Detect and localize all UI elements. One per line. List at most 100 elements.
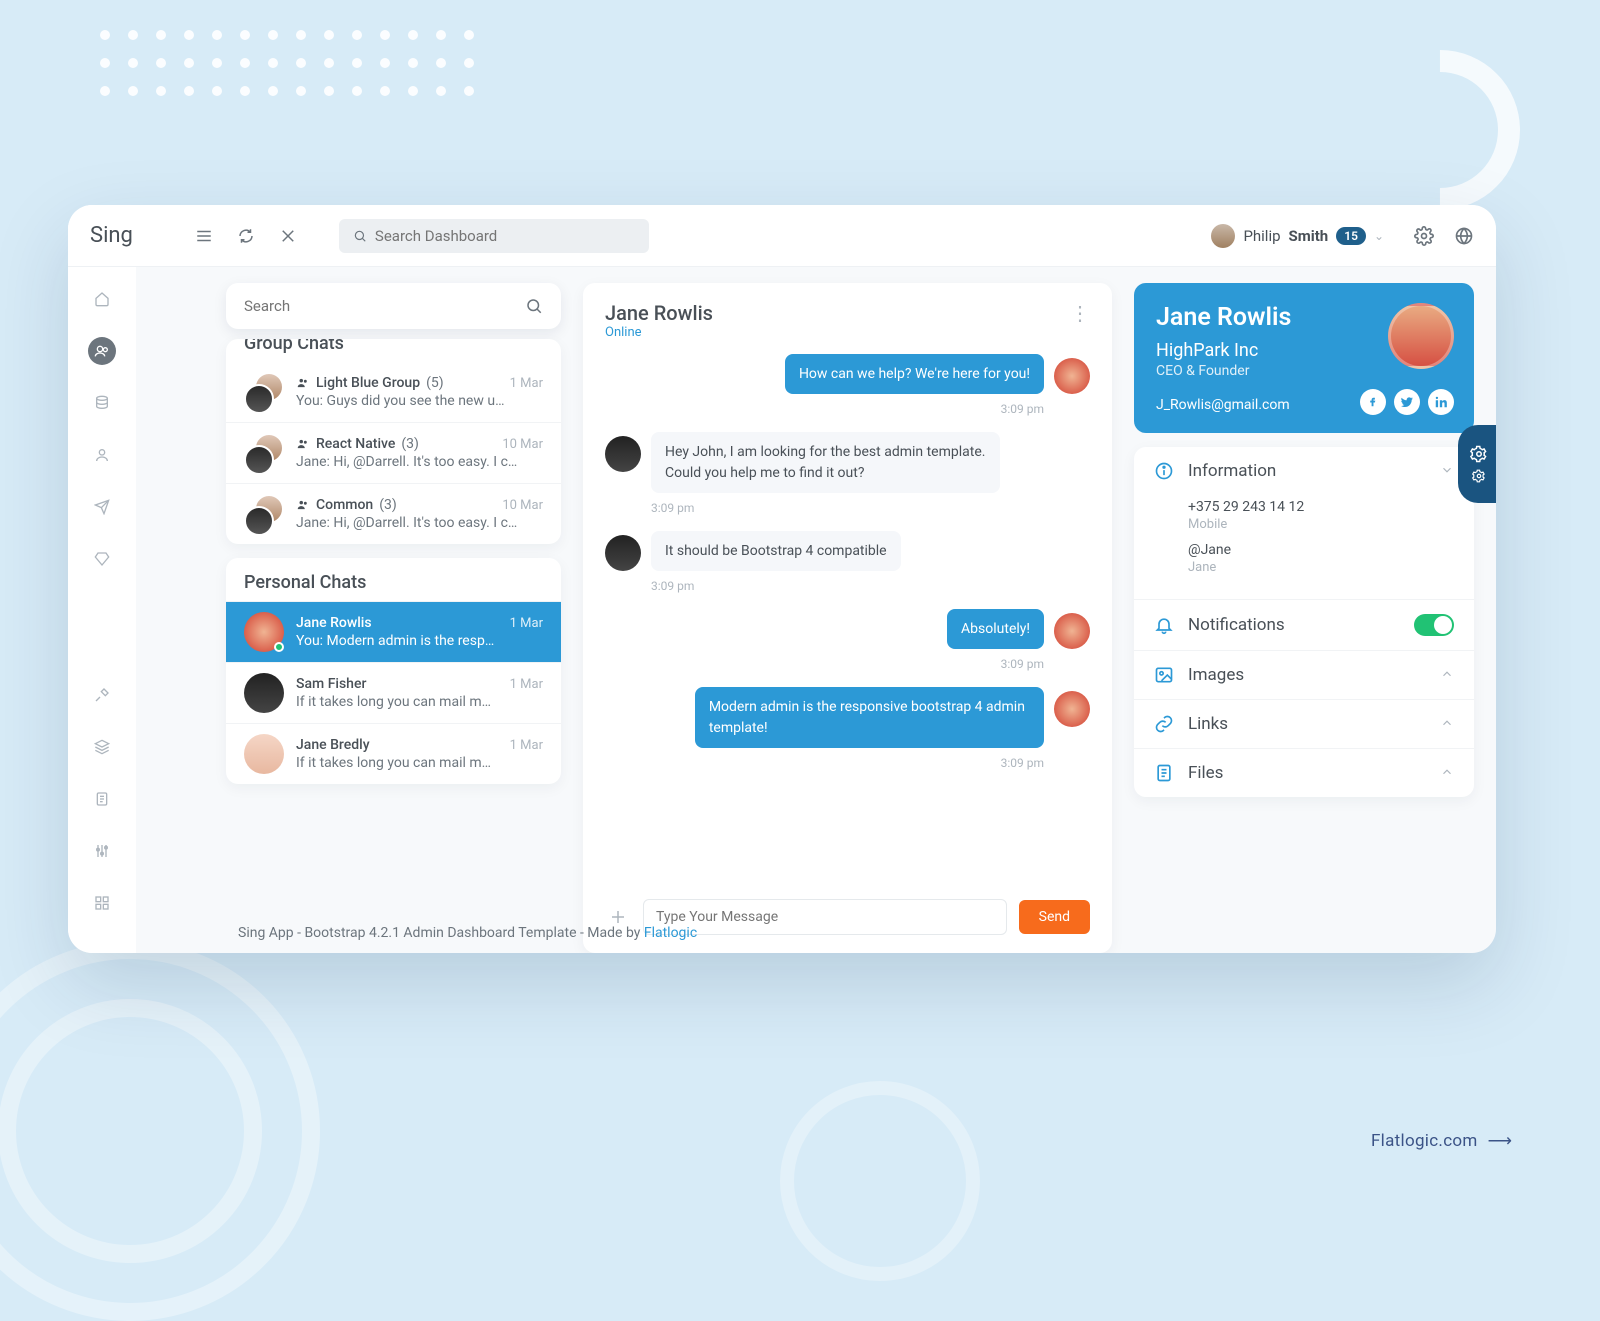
message-input[interactable] (643, 899, 1007, 935)
avatar (1211, 224, 1235, 248)
bell-icon (1154, 615, 1174, 635)
file-icon (1154, 763, 1174, 783)
nav-tools[interactable] (88, 681, 116, 709)
brand-label: Sing (90, 223, 133, 248)
personal-chats-card: Personal Chats Jane Rowlis1 Mar You: Mod… (226, 558, 561, 784)
avatar (244, 612, 284, 652)
message-time: 3:09 pm (605, 657, 1044, 671)
search-dashboard[interactable] (339, 219, 649, 253)
personal-chat-item[interactable]: Sam Fisher1 Mar If it takes long you can… (226, 662, 561, 723)
info-body: +375 29 243 14 12 Mobile @Jane Jane (1134, 495, 1474, 599)
more-options-icon[interactable]: ⋮ (1070, 301, 1090, 325)
search-dashboard-input[interactable] (375, 227, 635, 245)
message-in: It should be Bootstrap 4 compatible (651, 531, 901, 571)
chat-list-panel: Group Chats Light Blue Group(5)1 Mar You… (226, 283, 561, 953)
message-out: How can we help? We're here for you! (785, 354, 1044, 394)
left-nav (68, 205, 136, 953)
message-time: 3:09 pm (605, 402, 1044, 416)
chevron-down-icon: ⌄ (1374, 229, 1384, 243)
info-files-row[interactable]: Files (1134, 748, 1474, 797)
footer-link[interactable]: Flatlogic (644, 925, 697, 941)
chat-window: Jane Rowlis Online ⋮ How can we help? We… (583, 283, 1112, 953)
chat-status: Online (605, 325, 713, 340)
avatar (1054, 691, 1090, 727)
message-out: Modern admin is the responsive bootstrap… (695, 687, 1044, 748)
message-time: 3:09 pm (651, 579, 1090, 593)
info-images-row[interactable]: Images (1134, 650, 1474, 699)
nav-chat[interactable] (88, 337, 116, 365)
profile-card: Jane Rowlis HighPark Inc CEO & Founder J… (1134, 283, 1474, 433)
profile-panel: Jane Rowlis HighPark Inc CEO & Founder J… (1134, 283, 1474, 953)
personal-chat-item[interactable]: Jane Rowlis1 Mar You: Modern admin is th… (226, 601, 561, 662)
facebook-icon[interactable] (1360, 389, 1386, 415)
nav-document[interactable] (88, 785, 116, 813)
globe-icon[interactable] (1454, 226, 1474, 246)
footer: Sing App - Bootstrap 4.2.1 Admin Dashboa… (238, 925, 697, 941)
profile-phone-label: Mobile (1188, 517, 1454, 532)
nav-send[interactable] (88, 493, 116, 521)
content: Group Chats Light Blue Group(5)1 Mar You… (204, 267, 1496, 953)
group-icon (296, 437, 310, 451)
nav-diamond[interactable] (88, 545, 116, 573)
group-chats-title: Group Chats (226, 339, 561, 362)
user-first-name: Philip (1243, 227, 1280, 245)
group-chat-item[interactable]: React Native(3)10 Mar Jane: Hi, @Darrell… (226, 422, 561, 483)
gear-icon (1470, 445, 1488, 463)
close-icon[interactable] (277, 225, 299, 247)
user-last-name: Smith (1289, 227, 1329, 245)
nav-user[interactable] (88, 441, 116, 469)
gear-icon[interactable] (1414, 226, 1434, 246)
profile-avatar (1388, 303, 1454, 369)
notifications-toggle[interactable] (1414, 614, 1454, 636)
nav-grid[interactable] (88, 889, 116, 917)
avatar (1054, 358, 1090, 394)
settings-side-tab[interactable] (1458, 425, 1496, 503)
message-out: Absolutely! (947, 609, 1044, 649)
profile-handle-label: Jane (1188, 560, 1454, 575)
chevron-up-icon (1440, 715, 1454, 734)
avatar (605, 535, 641, 571)
nav-layers[interactable] (88, 733, 116, 761)
message-time: 3:09 pm (651, 501, 1090, 515)
message-time: 3:09 pm (605, 756, 1044, 770)
sidebar-search-input[interactable] (244, 297, 525, 315)
group-chat-item[interactable]: Light Blue Group(5)1 Mar You: Guys did y… (226, 362, 561, 422)
linkedin-icon[interactable] (1428, 389, 1454, 415)
message-in: Hey John, I am looking for the best admi… (651, 432, 1000, 493)
sidebar-search[interactable] (226, 283, 561, 329)
chat-title: Jane Rowlis (605, 301, 713, 325)
chevron-up-icon (1440, 666, 1454, 685)
nav-home[interactable] (88, 285, 116, 313)
avatar (244, 734, 284, 774)
group-icon (296, 376, 310, 390)
menu-icon[interactable] (193, 225, 215, 247)
avatar (605, 436, 641, 472)
profile-handle: @Jane (1188, 542, 1454, 558)
search-icon (525, 297, 543, 315)
group-chats-card: Group Chats Light Blue Group(5)1 Mar You… (226, 339, 561, 544)
profile-phone: +375 29 243 14 12 (1188, 499, 1454, 515)
twitter-icon[interactable] (1394, 389, 1420, 415)
flatlogic-watermark: Flatlogic.com⟶ (1371, 1131, 1510, 1151)
online-indicator (274, 642, 284, 652)
app-window: Sing Philip Smith 15 ⌄ (68, 205, 1496, 953)
user-menu[interactable]: Philip Smith 15 ⌄ (1211, 224, 1394, 248)
personal-chats-title: Personal Chats (226, 558, 561, 601)
personal-chat-item[interactable]: Jane Bredly1 Mar If it takes long you ca… (226, 723, 561, 784)
info-icon (1154, 461, 1174, 481)
group-icon (296, 498, 310, 512)
send-button[interactable]: Send (1019, 900, 1090, 934)
info-notifications-row[interactable]: Notifications (1134, 599, 1474, 650)
group-chat-item[interactable]: Common(3)10 Mar Jane: Hi, @Darrell. It's… (226, 483, 561, 544)
refresh-icon[interactable] (235, 225, 257, 247)
info-information-row[interactable]: Information (1134, 447, 1474, 495)
link-icon (1154, 714, 1174, 734)
image-icon (1154, 665, 1174, 685)
nav-database[interactable] (88, 389, 116, 417)
notification-count-badge: 15 (1336, 227, 1366, 245)
topbar: Sing Philip Smith 15 ⌄ (68, 205, 1496, 267)
gear-icon (1472, 469, 1486, 483)
info-links-row[interactable]: Links (1134, 699, 1474, 748)
nav-sliders[interactable] (88, 837, 116, 865)
chevron-down-icon (1440, 462, 1454, 481)
